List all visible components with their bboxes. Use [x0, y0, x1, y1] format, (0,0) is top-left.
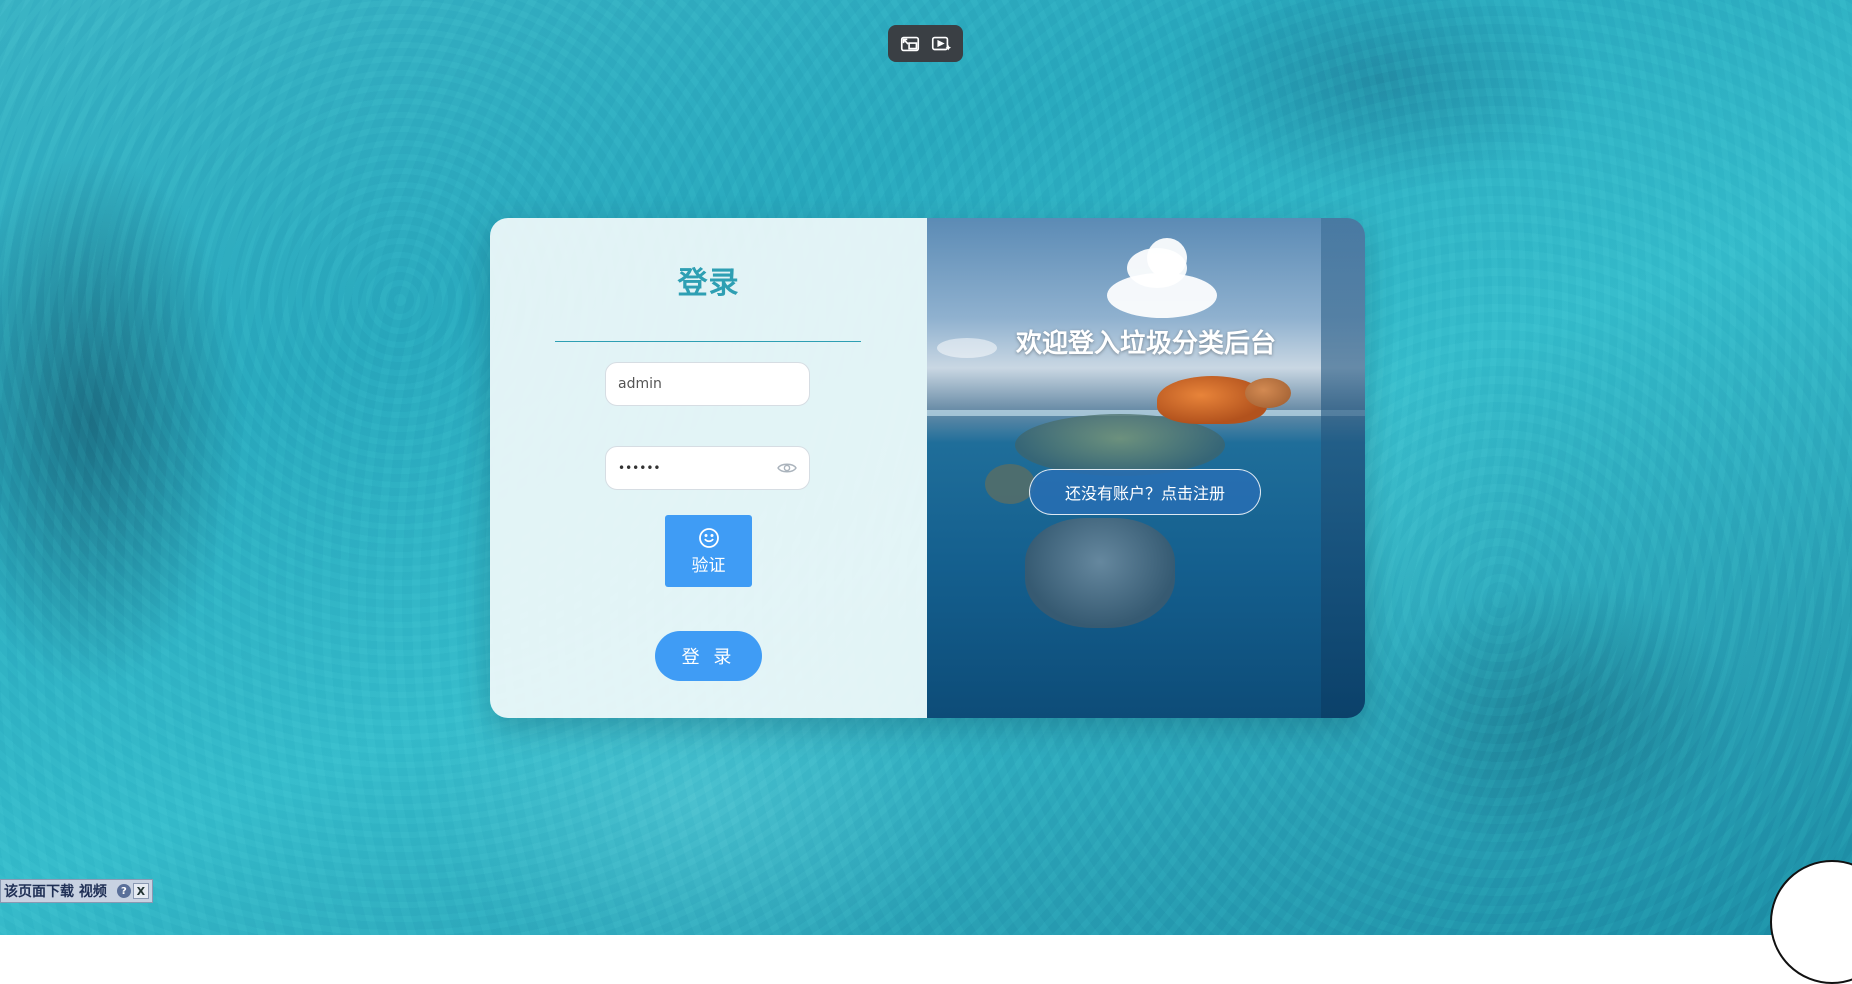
login-button[interactable]: 登 录	[655, 631, 762, 681]
verify-button[interactable]: 验证	[665, 515, 752, 587]
cloud	[1147, 238, 1187, 278]
username-value: admin	[618, 376, 662, 392]
welcome-banner: 欢迎登入垃圾分类后台 还没有账户？点击注册	[927, 218, 1365, 718]
video-enhance-icon[interactable]	[929, 32, 953, 56]
video-controls	[888, 25, 963, 62]
welcome-title: 欢迎登入垃圾分类后台	[1015, 329, 1276, 359]
password-value: ••••••	[618, 461, 661, 475]
download-toolbar: 该页面下载 视频 ? X	[0, 879, 153, 903]
password-input[interactable]: ••••••	[605, 446, 810, 490]
cloud	[1107, 273, 1217, 318]
smile-icon	[698, 528, 719, 548]
turtle-flipper	[985, 464, 1035, 504]
login-panel: 登录 admin •••••• 验证 登 录	[490, 218, 927, 718]
register-button[interactable]: 还没有账户？点击注册	[1029, 469, 1261, 515]
verify-label: 验证	[691, 556, 726, 576]
login-card: 登录 admin •••••• 验证 登 录 欢迎登入垃圾分类后台 还没有账户？…	[490, 218, 1365, 718]
eye-icon[interactable]	[777, 461, 797, 475]
close-icon[interactable]: X	[132, 883, 149, 899]
login-title: 登录	[677, 266, 740, 301]
title-divider	[555, 341, 861, 342]
exit-pip-icon[interactable]	[898, 32, 922, 56]
help-icon[interactable]: ?	[116, 884, 131, 898]
username-input[interactable]: admin	[605, 362, 810, 406]
plastic-bag-image	[1025, 518, 1175, 628]
banner-edge	[1321, 218, 1365, 718]
download-label[interactable]: 该页面下载 视频	[4, 881, 115, 901]
turtle-head	[1245, 378, 1291, 408]
